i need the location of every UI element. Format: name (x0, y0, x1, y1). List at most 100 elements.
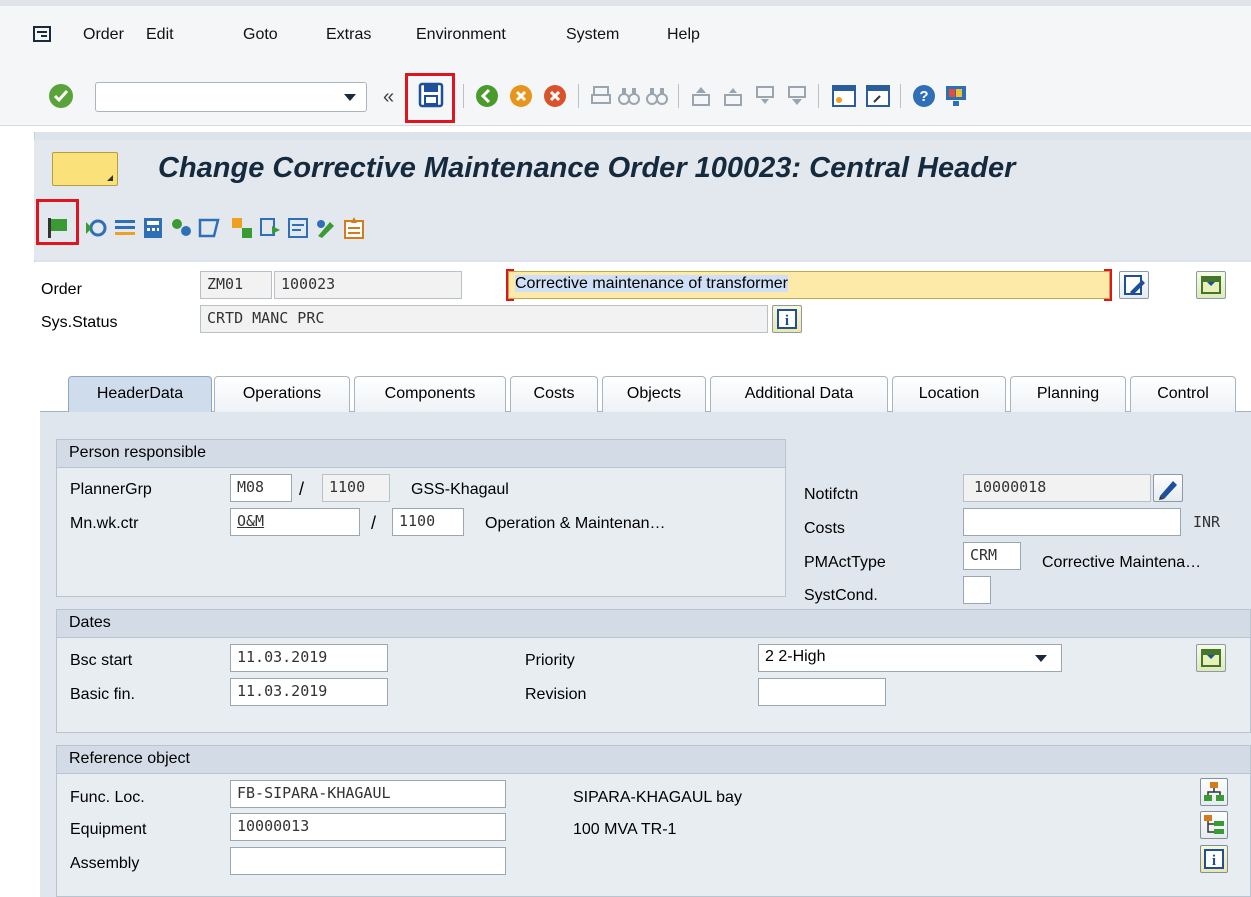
order-label: Order (41, 281, 82, 298)
structure-list-icon (1204, 815, 1224, 834)
dropdown-arrow-icon[interactable] (344, 94, 356, 102)
tab-control[interactable]: Control (1130, 376, 1236, 412)
menu-help[interactable]: Help (667, 26, 700, 44)
tab-costs[interactable]: Costs (510, 376, 598, 412)
notification-edit-button[interactable] (1153, 474, 1183, 502)
find-icon[interactable] (618, 85, 644, 111)
menu-environment[interactable]: Environment (416, 26, 506, 44)
pencil-icon (1159, 481, 1177, 500)
required-marker-left (506, 269, 514, 301)
menu-list-button[interactable] (52, 152, 118, 186)
svg-text:?: ? (919, 88, 928, 105)
pm-activity-type-label: PMActType (804, 554, 886, 571)
page-title: Change Corrective Maintenance Order 1000… (158, 152, 1016, 184)
equipment-field[interactable]: 10000013 (230, 813, 506, 841)
pm-activity-type-field[interactable]: CRM (963, 542, 1021, 570)
assembly-field[interactable] (230, 847, 506, 875)
long-text-button[interactable] (1119, 271, 1149, 299)
priority-select[interactable]: 2 2-High (758, 644, 1062, 672)
work-center-field[interactable]: O&M (230, 508, 360, 536)
currency-text: INR (1193, 513, 1221, 531)
tab-planning[interactable]: Planning (1010, 376, 1126, 412)
exit-icon[interactable] (509, 84, 535, 110)
tab-location[interactable]: Location (892, 376, 1006, 412)
structure-list-button[interactable] (1200, 811, 1228, 839)
menu-icon[interactable] (33, 26, 53, 44)
equipment-label: Equipment (70, 821, 147, 838)
document-icon[interactable] (197, 216, 223, 242)
tab-components[interactable]: Components (354, 376, 506, 412)
info-icon: i (777, 309, 797, 329)
edit-pencil-icon[interactable] (314, 216, 340, 242)
print-icon[interactable] (590, 85, 616, 111)
info-icon: i (1204, 849, 1224, 869)
last-page-icon[interactable] (786, 85, 812, 111)
details-icon (1201, 649, 1221, 667)
assembly-label: Assembly (70, 855, 140, 872)
list-icon[interactable] (113, 216, 139, 242)
planner-group-field[interactable]: M08 (230, 474, 292, 502)
work-center-text: Operation & Maintenan… (485, 515, 666, 532)
cancel-icon[interactable] (543, 84, 569, 110)
reference-info-button[interactable]: i (1200, 845, 1228, 873)
previous-page-icon[interactable] (722, 85, 748, 111)
work-center-label: Mn.wk.ctr (70, 515, 139, 532)
command-field[interactable] (95, 82, 367, 112)
costs-field[interactable] (963, 508, 1181, 536)
system-condition-field[interactable] (963, 576, 991, 604)
menu-extras[interactable]: Extras (326, 26, 371, 44)
calculator-icon[interactable] (141, 216, 167, 242)
edit-text-icon (1124, 275, 1145, 295)
first-page-icon[interactable] (690, 85, 716, 111)
sys-status-field: CRTD MANC PRC (200, 305, 768, 333)
menu-system[interactable]: System (566, 26, 619, 44)
menu-order[interactable]: Order (83, 26, 124, 44)
next-page-icon[interactable] (754, 85, 780, 111)
back-icon[interactable] (475, 84, 501, 110)
collapse-chevron-icon[interactable]: « (383, 86, 394, 109)
settings-icon[interactable] (84, 216, 110, 242)
status-info-button[interactable]: i (772, 305, 802, 333)
system-condition-label: SystCond. (804, 587, 878, 604)
hierarchy-icon (1204, 782, 1224, 801)
notification-label: Notifctn (804, 486, 859, 503)
save-highlight (405, 73, 455, 123)
group-heading: Person responsible (57, 440, 785, 468)
enter-checkmark-icon[interactable] (48, 83, 74, 109)
revision-label: Revision (525, 686, 587, 703)
notes-icon[interactable] (342, 216, 368, 242)
revision-field[interactable] (758, 678, 886, 706)
tab-headerdata[interactable]: HeaderData (68, 376, 212, 412)
pm-activity-type-text: Corrective Maintena… (1042, 554, 1202, 571)
structure-hierarchy-button[interactable] (1200, 778, 1228, 806)
costs-label: Costs (804, 520, 845, 537)
help-icon[interactable]: ? (912, 84, 938, 110)
workflow-icon[interactable] (230, 216, 256, 242)
group-heading: Dates (57, 610, 1250, 638)
order-description-input[interactable]: Corrective maintenance of transformer (508, 271, 1110, 299)
priority-label: Priority (525, 652, 575, 669)
shortcut-icon[interactable] (866, 84, 892, 110)
menu-edit[interactable]: Edit (146, 26, 174, 44)
basic-finish-field[interactable]: 11.03.2019 (230, 678, 388, 706)
functional-location-label: Func. Loc. (70, 789, 145, 806)
tab-operations[interactable]: Operations (214, 376, 350, 412)
tab-objects[interactable]: Objects (602, 376, 706, 412)
dates-details-button[interactable] (1196, 644, 1226, 672)
menu-bar (0, 0, 1251, 64)
functional-location-field[interactable]: FB-SIPARA-KHAGAUL (230, 780, 506, 808)
create-session-icon[interactable] (832, 84, 858, 110)
customize-layout-icon[interactable] (944, 84, 970, 110)
menu-goto[interactable]: Goto (243, 26, 278, 44)
find-next-icon[interactable] (646, 85, 672, 111)
header-details-button[interactable] (1196, 271, 1226, 299)
copy-icon[interactable] (258, 216, 284, 242)
svg-text:i: i (785, 313, 789, 329)
work-center-plant-field[interactable]: 1100 (392, 508, 464, 536)
organization-icon[interactable] (169, 216, 195, 242)
text-icon[interactable] (286, 216, 312, 242)
basic-start-field[interactable]: 11.03.2019 (230, 644, 388, 672)
basic-start-label: Bsc start (70, 652, 133, 669)
tab-additional-data[interactable]: Additional Data (710, 376, 888, 412)
priority-value: 2 2-High (765, 648, 826, 665)
